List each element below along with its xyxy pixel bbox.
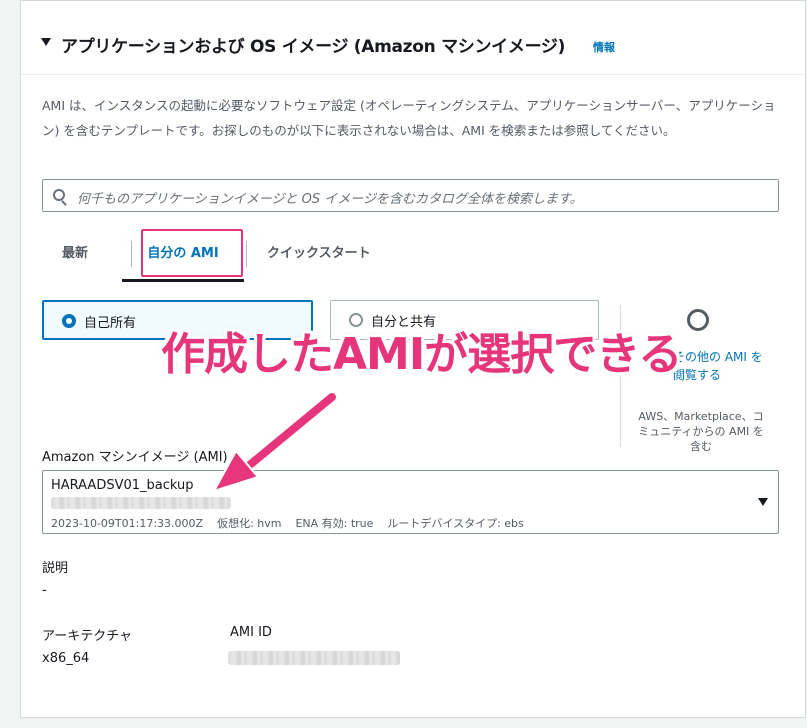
radio-label: 自己所有	[84, 316, 137, 331]
section-title: アプリケーションおよび OS イメージ (Amazon マシンイメージ)	[61, 37, 566, 57]
ami-meta: 2023-10-09T01:17:33.000Z 仮想化: hvm ENA 有効…	[51, 517, 524, 530]
annotation-arrow-icon	[211, 391, 338, 493]
info-link[interactable]: 情報	[593, 39, 615, 55]
tab-highlight-box	[141, 229, 243, 277]
tab-latest[interactable]: 最新	[62, 229, 88, 279]
architecture-label: アーキテクチャ	[42, 629, 133, 644]
ami-select-dropdown[interactable]: HARAADSV01_backup 2023-10-09T01:17:33.00…	[42, 470, 779, 534]
browse-ami-link[interactable]: その他の AMI を閲覧する	[673, 348, 773, 384]
ami-selected-name: HARAADSV01_backup	[51, 478, 194, 493]
annotation-text: 作成したAMIが選択できる	[161, 329, 682, 380]
radio-selected-icon	[62, 314, 76, 328]
ami-search-input[interactable]: 何千ものアプリケーションイメージと OS イメージを含むカタログ全体を検索します…	[42, 179, 779, 212]
search-icon	[53, 189, 65, 201]
section-description: AMI は、インスタンスの起動に必要なソフトウェア設定 (オペレーティングシステ…	[42, 98, 776, 138]
redacted-ami-id	[51, 497, 231, 509]
caret-down-icon[interactable]	[758, 498, 768, 506]
browse-search-icon	[687, 309, 709, 331]
ami-id-label: AMI ID	[230, 625, 272, 640]
description-label: 説明	[42, 561, 69, 576]
browse-subtext: AWS、Marketplace、コミュニティからの AMI を含む	[638, 410, 764, 453]
ami-tabs: 最新 自分の AMI クイックスタート	[42, 229, 782, 283]
caret-down-icon[interactable]	[41, 38, 51, 46]
redacted-ami-id-value	[228, 651, 400, 665]
section-header[interactable]: アプリケーションおよび OS イメージ (Amazon マシンイメージ) 情報	[21, 1, 807, 75]
description-value: -	[42, 583, 47, 598]
search-placeholder: 何千ものアプリケーションイメージと OS イメージを含むカタログ全体を検索します…	[77, 192, 583, 207]
tab-divider	[246, 241, 247, 267]
architecture-value: x86_64	[42, 651, 90, 666]
tab-quick-start[interactable]: クイックスタート	[267, 229, 371, 279]
tab-active-indicator	[122, 279, 244, 282]
